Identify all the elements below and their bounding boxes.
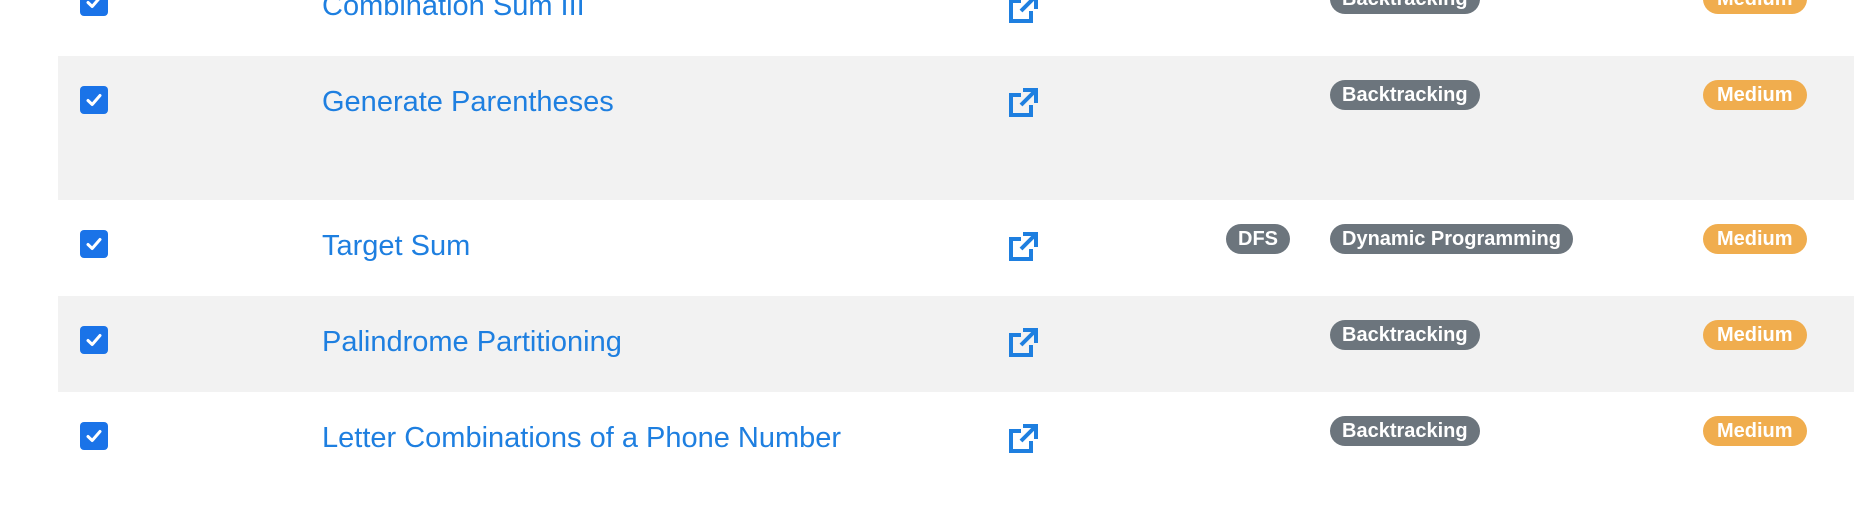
problem-title-link[interactable]: Generate Parentheses bbox=[322, 84, 614, 120]
table-row: Generate Parentheses Backtracking Medium bbox=[58, 56, 1854, 200]
tag-badge: Dynamic Programming bbox=[1330, 224, 1573, 254]
problem-title-link[interactable]: Target Sum bbox=[322, 228, 470, 264]
row-checkbox[interactable] bbox=[80, 0, 108, 16]
problems-table: Combination Sum III Backtracking Medium … bbox=[58, 0, 1854, 488]
tag-badge: Backtracking bbox=[1330, 320, 1480, 350]
difficulty-badge: Medium bbox=[1703, 0, 1807, 14]
external-link-icon[interactable] bbox=[1006, 86, 1040, 120]
row-checkbox[interactable] bbox=[80, 86, 108, 114]
problem-title-link[interactable]: Combination Sum III bbox=[322, 0, 585, 24]
difficulty-badge: Medium bbox=[1703, 224, 1807, 254]
table-row: Palindrome Partitioning Backtracking Med… bbox=[58, 296, 1854, 392]
checkmark-icon bbox=[86, 94, 102, 106]
external-link-icon[interactable] bbox=[1006, 230, 1040, 264]
tag-badge: DFS bbox=[1226, 224, 1290, 254]
table-row: Letter Combinations of a Phone Number Ba… bbox=[58, 392, 1854, 488]
table-row: Target Sum DFS Dynamic Programming Mediu… bbox=[58, 200, 1854, 296]
row-checkbox[interactable] bbox=[80, 326, 108, 354]
tag-badge: Backtracking bbox=[1330, 416, 1480, 446]
checkmark-icon bbox=[86, 238, 102, 250]
checkmark-icon bbox=[86, 0, 100, 8]
row-checkbox[interactable] bbox=[80, 230, 108, 258]
checkmark-icon bbox=[86, 430, 102, 442]
table-row: Combination Sum III Backtracking Medium bbox=[58, 0, 1854, 56]
problem-title-link[interactable]: Palindrome Partitioning bbox=[322, 324, 622, 360]
external-link-icon[interactable] bbox=[1006, 0, 1040, 26]
difficulty-badge: Medium bbox=[1703, 320, 1807, 350]
external-link-icon[interactable] bbox=[1006, 326, 1040, 360]
tag-badge: Backtracking bbox=[1330, 80, 1480, 110]
tag-badge: Backtracking bbox=[1330, 0, 1480, 14]
external-link-icon[interactable] bbox=[1006, 422, 1040, 456]
problem-title-link[interactable]: Letter Combinations of a Phone Number bbox=[322, 420, 841, 456]
difficulty-badge: Medium bbox=[1703, 80, 1807, 110]
row-checkbox[interactable] bbox=[80, 422, 108, 450]
checkmark-icon bbox=[86, 334, 102, 346]
difficulty-badge: Medium bbox=[1703, 416, 1807, 446]
